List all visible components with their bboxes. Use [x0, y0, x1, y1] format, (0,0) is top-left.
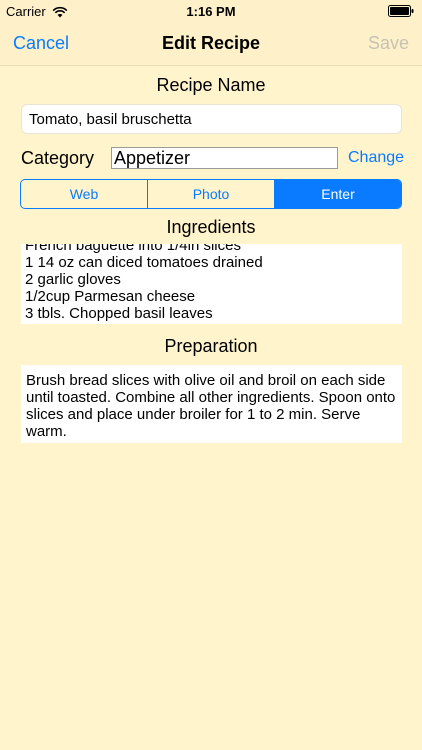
segment-web[interactable]: Web — [21, 180, 148, 208]
change-category-button[interactable]: Change — [348, 149, 404, 167]
ingredients-text-view[interactable]: French baguette into 1/4in slices 1 14 o… — [21, 244, 402, 324]
ingredients-label: Ingredients — [166, 217, 256, 237]
ingredient-line: 3 tbls. Chopped basil leaves — [25, 305, 213, 322]
segment-photo[interactable]: Photo — [148, 180, 275, 208]
segment-enter[interactable]: Enter — [275, 180, 401, 208]
ingredients-list: French baguette into 1/4in slices 1 14 o… — [25, 244, 263, 322]
ingredient-line: French baguette into 1/4in slices — [25, 244, 241, 254]
status-bar: Carrier 1:16 PM — [0, 0, 422, 22]
preparation-label: Preparation — [164, 336, 258, 356]
category-field[interactable]: Appetizer — [111, 147, 338, 169]
battery-icon — [388, 5, 414, 17]
save-button[interactable]: Save — [368, 33, 409, 54]
nav-bar: Cancel Edit Recipe Save — [0, 22, 422, 66]
recipe-name-input[interactable]: Tomato, basil bruschetta — [21, 104, 402, 134]
ingredient-line: 1/2cup Parmesan cheese — [25, 288, 196, 305]
ingredient-line: 1 14 oz can diced tomatoes drained — [25, 254, 263, 271]
recipe-name-label: Recipe Name — [156, 75, 266, 95]
page-title: Edit Recipe — [161, 33, 261, 53]
source-segmented-control: Web Photo Enter — [20, 179, 402, 209]
category-label: Category — [21, 148, 95, 168]
preparation-text-view[interactable]: Brush bread slices with olive oil and br… — [21, 365, 402, 443]
status-time: 1:16 PM — [186, 4, 236, 19]
ingredient-line: 2 garlic gloves — [25, 271, 121, 288]
